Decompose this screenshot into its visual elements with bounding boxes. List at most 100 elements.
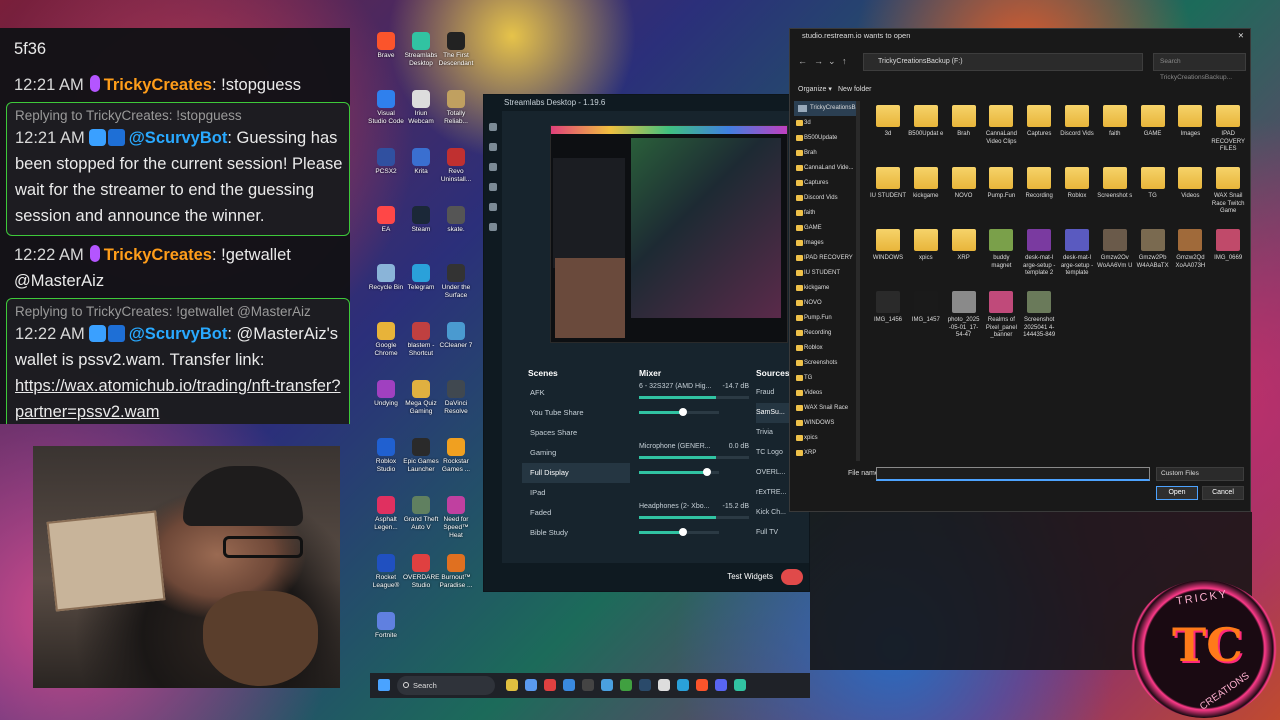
tree-item[interactable]: Discord Vids bbox=[794, 191, 858, 206]
tree-item[interactable]: NOVO bbox=[794, 296, 858, 311]
file-item[interactable]: photo_2025 -05-01_17- 54-47 bbox=[946, 291, 982, 340]
tree-item[interactable]: IU STUDENT bbox=[794, 266, 858, 281]
desktop-icon-revo-uninstall[interactable]: Revo Uninstall... bbox=[438, 148, 474, 184]
tree-item[interactable]: WINDOWS bbox=[794, 416, 858, 431]
file-item[interactable]: WAX Snail Race Twitch Game bbox=[1210, 167, 1246, 216]
search-input[interactable]: Search TrickyCreationsBackup... bbox=[1153, 53, 1246, 81]
tree-item[interactable]: faith bbox=[794, 206, 858, 221]
file-item[interactable]: 3d bbox=[870, 105, 906, 139]
desktop-icon-rocket-league[interactable]: Rocket League® bbox=[368, 554, 404, 590]
scene-item[interactable]: Bible Study bbox=[522, 523, 630, 543]
desktop-icon-grand-theft-auto-v[interactable]: Grand Theft Auto V bbox=[403, 496, 439, 532]
test-widgets-button[interactable]: Test Widgets bbox=[727, 563, 773, 591]
file-item[interactable]: Gmzw2Qd XoAA073H bbox=[1172, 229, 1208, 270]
file-item[interactable]: desk-mat-l arge-setup -template 2 bbox=[1021, 229, 1057, 278]
file-item[interactable]: Realms of Pixel_panel _banner bbox=[983, 291, 1019, 340]
transfer-link[interactable]: https://wax.atomichub.io/trading/nft-tra… bbox=[15, 377, 341, 421]
desktop-icon-mega-quiz-gaming[interactable]: Mega Quiz Gaming bbox=[403, 380, 439, 416]
desktop-icon-brave[interactable]: Brave bbox=[368, 32, 404, 60]
go-live-button[interactable] bbox=[781, 569, 803, 585]
file-item[interactable]: IMG_1457 bbox=[908, 291, 944, 325]
slider-knob[interactable] bbox=[679, 528, 687, 536]
scene-item[interactable]: AFK bbox=[522, 383, 630, 403]
app-icon[interactable] bbox=[658, 679, 670, 691]
file-item[interactable]: IU STUDENT bbox=[870, 167, 906, 201]
file-item[interactable]: IPAD RECOVERY FILES bbox=[1210, 105, 1246, 154]
chrome-icon[interactable] bbox=[620, 679, 632, 691]
file-item[interactable]: CannaLand Video Clips bbox=[983, 105, 1019, 146]
file-item[interactable]: Pump.Fun bbox=[983, 167, 1019, 201]
desktop-icon-google-chrome[interactable]: Google Chrome bbox=[368, 322, 404, 358]
desktop-icon-streamlabs-desktop[interactable]: Streamlabs Desktop bbox=[403, 32, 439, 68]
scene-item[interactable]: IPad bbox=[522, 483, 630, 503]
discord-icon[interactable] bbox=[715, 679, 727, 691]
streamlabs-window[interactable]: Streamlabs Desktop - 1.19.6 Scenes Mixer… bbox=[483, 94, 811, 592]
tree-item[interactable]: Recording bbox=[794, 326, 858, 341]
scene-item[interactable]: Gaming bbox=[522, 443, 630, 463]
editor-icon[interactable] bbox=[489, 123, 497, 131]
file-item[interactable]: B500Updat e bbox=[908, 105, 944, 139]
tree-item[interactable]: CannaLand Vide... bbox=[794, 161, 858, 176]
scene-item[interactable]: Faded bbox=[522, 503, 630, 523]
desktop-icon-undying[interactable]: Undying bbox=[368, 380, 404, 408]
file-item[interactable]: WINDOWS bbox=[870, 229, 906, 263]
slider-knob[interactable] bbox=[703, 468, 711, 476]
file-item[interactable]: Brah bbox=[946, 105, 982, 139]
desktop-icon-overdare-studio[interactable]: OVERDARE Studio bbox=[403, 554, 439, 590]
tree-item[interactable]: kickgame bbox=[794, 281, 858, 296]
terminal-icon[interactable] bbox=[582, 679, 594, 691]
files-icon[interactable] bbox=[563, 679, 575, 691]
layout-icon[interactable] bbox=[489, 143, 497, 151]
file-item[interactable]: GAME bbox=[1135, 105, 1171, 139]
streamlabs-icon[interactable] bbox=[734, 679, 746, 691]
desktop-icon-need-for-speed-heat[interactable]: Need for Speed™ Heat bbox=[438, 496, 474, 540]
organize-button[interactable]: Organize ▾ bbox=[798, 81, 832, 99]
file-item[interactable]: Images bbox=[1172, 105, 1208, 139]
back-icon[interactable]: ← bbox=[798, 56, 807, 66]
desktop-icon-skate[interactable]: skate. bbox=[438, 206, 474, 234]
copilot-icon[interactable] bbox=[525, 679, 537, 691]
file-item[interactable]: buddy magnet bbox=[983, 229, 1019, 270]
desktop-icon-recycle-bin[interactable]: Recycle Bin bbox=[368, 264, 404, 292]
file-item[interactable]: IMG_1456 bbox=[870, 291, 906, 325]
desktop-icon-pcsx2[interactable]: PCSX2 bbox=[368, 148, 404, 176]
chevron-down-icon[interactable]: ⌄ bbox=[828, 56, 836, 67]
file-item[interactable]: Videos bbox=[1172, 167, 1208, 201]
tree-item[interactable]: Roblox bbox=[794, 341, 858, 356]
tree-item[interactable]: 3d bbox=[794, 116, 858, 131]
tree-item[interactable]: B500Update bbox=[794, 131, 858, 146]
tree-item[interactable]: XRP bbox=[794, 446, 858, 461]
volume-slider[interactable] bbox=[639, 468, 719, 476]
file-item[interactable]: Screenshot s bbox=[1097, 167, 1133, 201]
desktop-icon-telegram[interactable]: Telegram bbox=[403, 264, 439, 292]
file-item[interactable]: NOVO bbox=[946, 167, 982, 201]
cancel-button[interactable]: Cancel bbox=[1202, 486, 1244, 500]
desktop-icon-fortnite[interactable]: Fortnite bbox=[368, 612, 404, 640]
file-item[interactable]: Captures bbox=[1021, 105, 1057, 139]
forward-icon[interactable]: → bbox=[814, 56, 823, 66]
tree-root-drive[interactable]: TrickyCreationsBa... bbox=[794, 101, 858, 116]
scene-item[interactable]: You Tube Share bbox=[522, 403, 630, 423]
tools-icon[interactable] bbox=[489, 183, 497, 191]
desktop-icon-epic-games-launcher[interactable]: Epic Games Launcher bbox=[403, 438, 439, 474]
desktop-icon-burnout-paradise[interactable]: Burnout™ Paradise ... bbox=[438, 554, 474, 590]
file-item[interactable]: Recording bbox=[1021, 167, 1057, 201]
desktop-icon-rockstar-games[interactable]: Rockstar Games ... bbox=[438, 438, 474, 474]
tree-item[interactable]: TG bbox=[794, 371, 858, 386]
notepad-icon[interactable] bbox=[601, 679, 613, 691]
desktop-icon-totally-reliab[interactable]: Totally Reliab... bbox=[438, 90, 474, 126]
file-item[interactable]: Screenshot 2025041 4-144435-849 bbox=[1021, 291, 1057, 340]
store-icon[interactable] bbox=[489, 203, 497, 211]
slider-knob[interactable] bbox=[679, 408, 687, 416]
path-field[interactable]: TrickyCreationsBackup (F:) bbox=[863, 53, 1143, 71]
file-item[interactable]: Gmzw2Pb W4AABaTX bbox=[1135, 229, 1171, 270]
desktop-icon-steam[interactable]: Steam bbox=[403, 206, 439, 234]
up-icon[interactable]: ↑ bbox=[842, 56, 847, 66]
desktop-icon-krita[interactable]: Krita bbox=[403, 148, 439, 176]
file-type-select[interactable]: Custom Files bbox=[1156, 467, 1244, 481]
file-item[interactable]: Roblox bbox=[1059, 167, 1095, 201]
windows-start-icon[interactable] bbox=[378, 679, 390, 691]
file-name-input[interactable] bbox=[876, 467, 1150, 481]
desktop-icon-asphalt-legen[interactable]: Asphalt Legen... bbox=[368, 496, 404, 532]
desktop-icon-under-the-surface[interactable]: Under the Surface bbox=[438, 264, 474, 300]
